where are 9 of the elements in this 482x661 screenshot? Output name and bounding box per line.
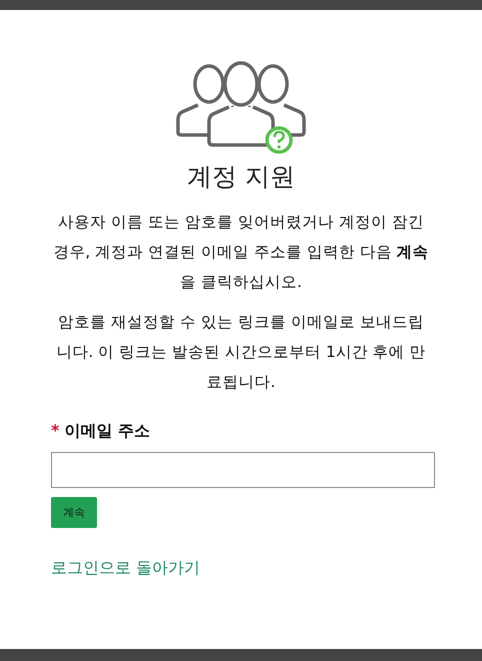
instruction-text: 암호를 재설정할 수 있는 링크를 이메일로 보내드립니다. 이 링크는 발송된 시간으로부터 1시간 후에 만료됩니다. [55,312,427,393]
users-help-icon [176,60,306,156]
page-title: 계정 지원 [187,161,295,193]
field-label: 이메일 주소 [64,421,150,442]
continue-button[interactable]: 계속 [51,497,97,528]
instruction-text: 사용자 이름 또는 암호를 잊어버렸거나 계정이 잠긴 경우, 계정과 연결된 이메일 주소를 입력한 다음 계속을 클릭하십시오. [52,212,430,293]
required-mark: * [51,421,60,440]
email-field[interactable] [51,452,435,488]
back-to-login-link[interactable]: 로그인으로 돌아가기 [51,558,200,579]
